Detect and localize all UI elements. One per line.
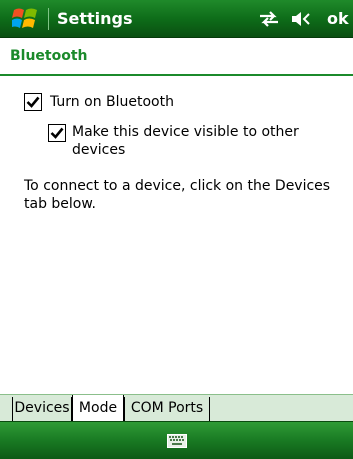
menu-bar — [0, 421, 353, 459]
turn-on-bluetooth-label[interactable]: Turn on Bluetooth — [50, 93, 174, 111]
checkmark-icon — [26, 96, 40, 108]
tab-strip-filler — [210, 397, 353, 422]
turn-on-bluetooth-checkbox[interactable] — [24, 93, 42, 111]
title-bar: Settings ok — [0, 0, 353, 38]
app-title: Settings — [57, 9, 133, 28]
windows-start-icon[interactable] — [12, 6, 40, 32]
checkmark-icon — [50, 127, 64, 139]
visible-device-checkbox[interactable] — [48, 124, 66, 142]
page-title: Bluetooth — [10, 48, 88, 64]
ok-button[interactable]: ok — [327, 9, 349, 28]
tab-mode[interactable]: Mode — [72, 395, 124, 422]
tab-com-ports[interactable]: COM Ports — [124, 397, 210, 422]
tab-strip: Devices Mode COM Ports — [0, 394, 353, 422]
info-text: To connect to a device, click on the Dev… — [24, 178, 331, 212]
tab-devices[interactable]: Devices — [12, 397, 72, 422]
keyboard-icon[interactable] — [167, 434, 187, 448]
page-heading-band: Bluetooth — [0, 38, 353, 76]
visible-device-label[interactable]: Make this device visible to other device… — [72, 123, 332, 159]
connectivity-icon[interactable] — [258, 11, 280, 27]
title-separator — [48, 8, 49, 30]
volume-icon[interactable] — [291, 11, 313, 27]
